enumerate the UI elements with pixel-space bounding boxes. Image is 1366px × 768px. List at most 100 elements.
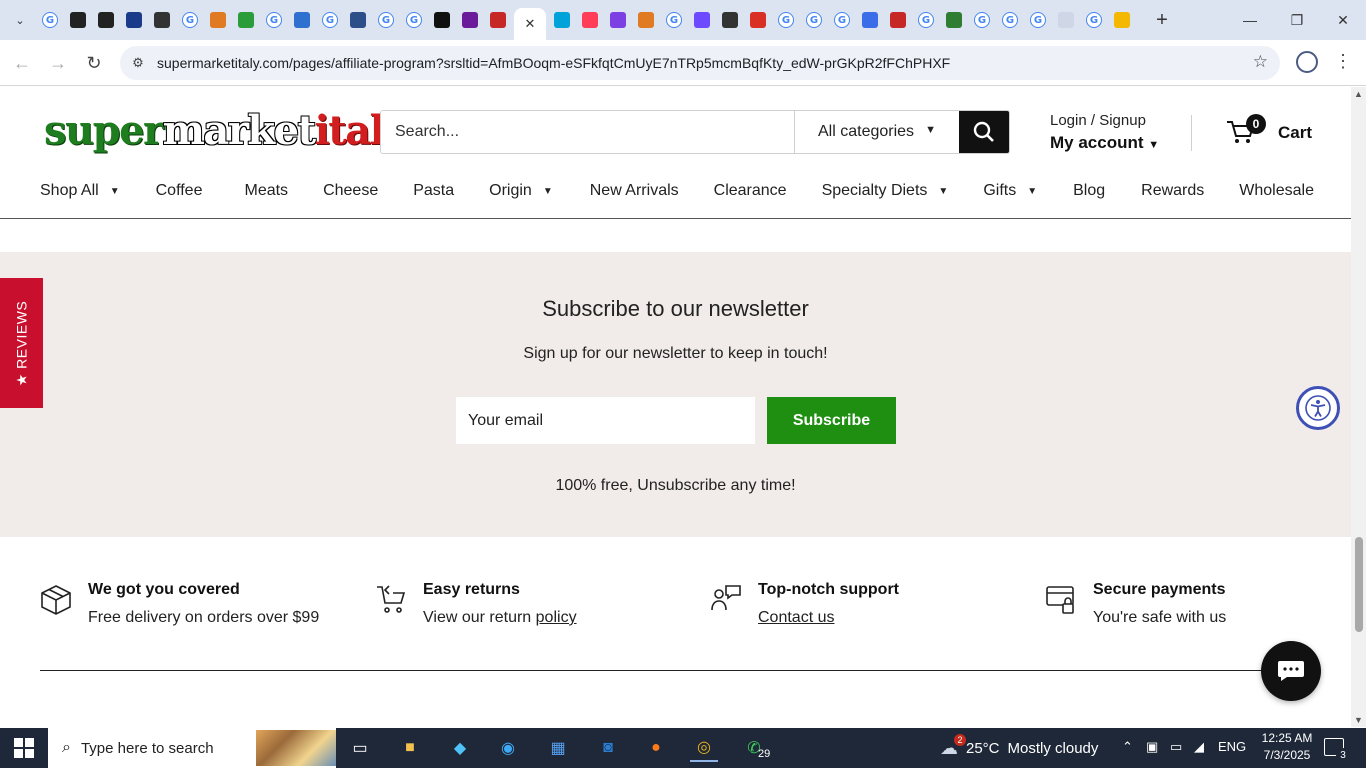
- tab[interactable]: [718, 8, 742, 32]
- close-tab-icon[interactable]: ✕: [525, 16, 536, 32]
- search-button[interactable]: [959, 111, 1009, 153]
- tab[interactable]: [150, 8, 174, 32]
- nav-item-origin[interactable]: Origin ▼: [489, 179, 553, 203]
- tab[interactable]: [122, 8, 146, 32]
- contact-us-link[interactable]: Contact us: [758, 609, 834, 626]
- search-input[interactable]: [381, 111, 794, 153]
- windows-start-button[interactable]: [14, 738, 34, 763]
- bookmark-star-icon[interactable]: ☆: [1253, 52, 1268, 72]
- copilot-icon[interactable]: ◆: [446, 734, 474, 762]
- tab[interactable]: G: [914, 8, 938, 32]
- tab[interactable]: [886, 8, 910, 32]
- meet-now-icon[interactable]: ▣: [1146, 739, 1158, 755]
- active-tab[interactable]: ✕: [514, 8, 546, 40]
- return-policy-link[interactable]: policy: [536, 609, 577, 626]
- url-text[interactable]: supermarketitaly.com/pages/affiliate-pro…: [157, 55, 950, 71]
- tab[interactable]: [578, 8, 602, 32]
- nav-item-new-arrivals[interactable]: New Arrivals: [590, 179, 679, 203]
- tab[interactable]: [1054, 8, 1078, 32]
- restore-button[interactable]: ❐: [1282, 8, 1312, 32]
- site-logo[interactable]: supermarketitaly: [44, 107, 407, 155]
- tab[interactable]: [690, 8, 714, 32]
- language-indicator[interactable]: ENG: [1218, 739, 1246, 754]
- wifi-icon[interactable]: ◢: [1194, 739, 1204, 755]
- tab[interactable]: [346, 8, 370, 32]
- store-icon[interactable]: ▦: [544, 734, 572, 762]
- tab-search-dropdown-icon[interactable]: ⌄: [8, 8, 32, 32]
- tab[interactable]: [234, 8, 258, 32]
- battery-icon[interactable]: ▭: [1170, 739, 1182, 755]
- tab[interactable]: G: [1082, 8, 1106, 32]
- system-clock[interactable]: 12:25 AM 7/3/2025: [1257, 730, 1317, 764]
- task-view-icon[interactable]: ▭: [346, 734, 374, 762]
- tab[interactable]: G: [1026, 8, 1050, 32]
- tab[interactable]: [94, 8, 118, 32]
- tab[interactable]: G: [802, 8, 826, 32]
- back-button[interactable]: ←: [10, 51, 34, 75]
- nav-item-coffee[interactable]: Coffee: [156, 179, 203, 203]
- tab[interactable]: [606, 8, 630, 32]
- tab[interactable]: G: [402, 8, 426, 32]
- nav-item-cheese[interactable]: Cheese: [323, 179, 378, 203]
- tab[interactable]: G: [38, 8, 62, 32]
- outlook-icon[interactable]: ◙: [594, 734, 622, 762]
- nav-item-wholesale[interactable]: Wholesale: [1239, 179, 1314, 203]
- tab[interactable]: [550, 8, 574, 32]
- tab[interactable]: [746, 8, 770, 32]
- tab[interactable]: [486, 8, 510, 32]
- tab[interactable]: G: [178, 8, 202, 32]
- tab[interactable]: G: [774, 8, 798, 32]
- new-tab-button[interactable]: +: [1150, 8, 1174, 32]
- nav-item-gifts[interactable]: Gifts ▼: [983, 179, 1037, 203]
- more-menu-icon[interactable]: ⋮: [1334, 51, 1352, 72]
- taskbar-search-box[interactable]: ⌕ Type here to search: [48, 728, 336, 768]
- account-menu[interactable]: Login / Signup My account ▼: [1050, 112, 1159, 153]
- subscribe-button[interactable]: Subscribe: [767, 397, 896, 444]
- omnibox[interactable]: ⚙ supermarketitaly.com/pages/affiliate-p…: [120, 46, 1280, 80]
- page-scrollbar[interactable]: ▲ ▼: [1351, 87, 1366, 727]
- tab[interactable]: [290, 8, 314, 32]
- tab[interactable]: G: [662, 8, 686, 32]
- login-link[interactable]: Login / Signup: [1050, 112, 1159, 129]
- nav-item-pasta[interactable]: Pasta: [413, 179, 454, 203]
- nav-item-clearance[interactable]: Clearance: [714, 179, 787, 203]
- scroll-down-arrow-icon[interactable]: ▼: [1354, 715, 1363, 725]
- forward-button[interactable]: →: [46, 51, 70, 75]
- nav-item-shop-all[interactable]: Shop All ▼: [40, 179, 120, 203]
- edge-icon[interactable]: ◉: [494, 734, 522, 762]
- show-hidden-icons-icon[interactable]: ⌃: [1122, 739, 1133, 755]
- accessibility-button[interactable]: [1296, 386, 1340, 430]
- profile-icon[interactable]: [1296, 51, 1318, 73]
- scroll-thumb[interactable]: [1355, 537, 1363, 632]
- tab[interactable]: G: [262, 8, 286, 32]
- file-explorer-icon[interactable]: ■: [396, 734, 424, 762]
- tab[interactable]: [1110, 8, 1134, 32]
- chat-widget-button[interactable]: [1261, 641, 1321, 701]
- tab[interactable]: G: [830, 8, 854, 32]
- tab[interactable]: [430, 8, 454, 32]
- chrome-icon[interactable]: ◎: [690, 734, 718, 762]
- tab[interactable]: [858, 8, 882, 32]
- nav-item-rewards[interactable]: Rewards: [1141, 179, 1204, 203]
- site-info-icon[interactable]: ⚙: [128, 53, 148, 73]
- minimize-button[interactable]: —: [1235, 8, 1265, 32]
- tab[interactable]: [458, 8, 482, 32]
- category-select[interactable]: All categories ▼: [794, 111, 962, 153]
- email-field[interactable]: [456, 397, 755, 444]
- scroll-up-arrow-icon[interactable]: ▲: [1354, 89, 1363, 99]
- nav-item-specialty-diets[interactable]: Specialty Diets ▼: [822, 179, 949, 203]
- nav-item-meats[interactable]: Meats: [244, 179, 288, 203]
- tab[interactable]: G: [998, 8, 1022, 32]
- reload-button[interactable]: ↻: [82, 51, 106, 75]
- tab[interactable]: [66, 8, 90, 32]
- tab[interactable]: [942, 8, 966, 32]
- tab[interactable]: G: [374, 8, 398, 32]
- firefox-icon[interactable]: ●: [642, 734, 670, 762]
- tab[interactable]: G: [970, 8, 994, 32]
- nav-item-blog[interactable]: Blog: [1073, 179, 1105, 203]
- tab[interactable]: G: [318, 8, 342, 32]
- tab[interactable]: [634, 8, 658, 32]
- reviews-tab[interactable]: ★ REVIEWS: [0, 278, 43, 408]
- close-window-button[interactable]: ✕: [1328, 8, 1358, 32]
- tab[interactable]: [206, 8, 230, 32]
